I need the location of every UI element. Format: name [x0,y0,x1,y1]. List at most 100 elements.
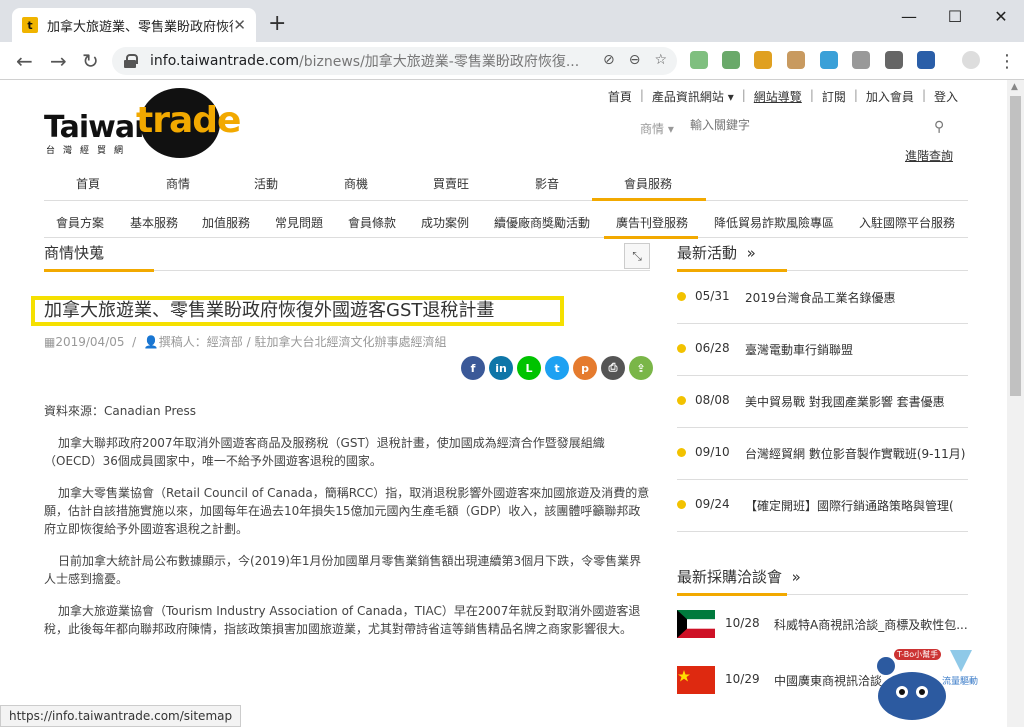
facebook-icon[interactable]: f [461,356,485,380]
address-bar[interactable]: info.taiwantrade.com /biznews/加拿大旅遊業-零售業… [112,47,677,75]
twitter-icon[interactable]: t [545,356,569,380]
china-flag-icon [677,666,715,694]
toplink-join[interactable]: 加入會員 [866,88,914,105]
search-icon[interactable]: ⚲ [934,119,944,135]
tbo-helper-widget[interactable]: T-Bo小幫手 流量驅動 [872,644,982,724]
mainnav-opportunities[interactable]: 商機 [344,175,368,192]
event-title[interactable]: 台灣經貿網 數位影音製作實戰班(9-11月) [745,445,968,462]
line-icon[interactable]: L [517,356,541,380]
extension-icon[interactable] [787,51,805,69]
window-close-icon[interactable]: ✕ [978,4,1024,30]
article-author: 撰稿人：經濟部 / 駐加拿大台北經濟文化辦事處經濟組 [158,335,447,349]
event-date: 08/08 [695,393,730,407]
event-title[interactable]: 2019台灣食品工業名錄優惠 [745,289,968,306]
search-input[interactable] [690,118,890,132]
fair-title[interactable]: 科威特A商視訊洽談_商標及軟性包... [774,616,968,633]
browser-tab[interactable]: t 加拿大旅遊業、零售業盼政府恢復外國... ✕ [12,8,256,42]
article-body: 資料來源：Canadian Press 加拿大聯邦政府2007年取消外國遊客商品… [44,402,650,652]
back-icon[interactable]: ← [16,49,33,73]
tab-strip: t 加拿大旅遊業、零售業盼政府恢復外國... ✕ + — ☐ ✕ [0,0,1024,42]
events-title[interactable]: 最新活動 » [677,242,756,263]
extension-icon[interactable] [820,51,838,69]
page-scrollbar[interactable]: ▲ [1007,80,1024,727]
subnav-item[interactable]: 會員條款 [348,214,396,231]
author-icon: 👤 [143,335,159,349]
event-title[interactable]: 臺灣電動車行銷聯盟 [745,341,968,358]
print-icon[interactable]: ⎙ [601,356,625,380]
mainnav-member-services[interactable]: 會員服務 [624,175,672,192]
sub-nav: 會員方案 基本服務 加值服務 常見問題 會員條款 成功案例 續優廠商獎勵活動 廣… [44,204,968,238]
url-host: info.taiwantrade.com [150,53,299,69]
status-bar-url: https://info.taiwantrade.com/sitemap [0,705,242,727]
fairs-title[interactable]: 最新採購洽談會 » [677,566,801,587]
reload-icon[interactable]: ↻ [82,49,99,73]
subnav-item[interactable]: 加值服務 [202,214,250,231]
event-item[interactable]: 09/10 台灣經貿網 數位影音製作實戰班(9-11月) [677,428,968,480]
blocked-popup-icon[interactable]: ⊘ [603,52,615,68]
toplink-sitemap[interactable]: 網站導覽 [754,88,802,105]
search-type-select[interactable]: 商情 ▾ [640,120,674,137]
subnav-item[interactable]: 成功案例 [421,214,469,231]
subnav-item[interactable]: 常見問題 [275,214,323,231]
screenshot-icon[interactable] [885,51,903,69]
maximize-icon[interactable]: ☐ [932,4,978,30]
mainnav-events[interactable]: 活動 [254,175,278,192]
expand-icon[interactable]: ⤡ [624,243,650,269]
scroll-thumb[interactable] [1010,96,1021,396]
event-date: 09/10 [695,445,730,459]
green-share-icon[interactable]: ⇪ [629,356,653,380]
event-title[interactable]: 美中貿易戰 對我國產業影響 套書優惠 [745,393,968,410]
event-item[interactable]: 08/08 美中貿易戰 對我國產業影響 套書優惠 [677,376,968,428]
mainnav-news[interactable]: 商情 [166,175,190,192]
subnav-item[interactable]: 入駐國際平台服務 [859,214,955,231]
taiwantrade-logo[interactable]: Taiwan trade 台灣經貿網 [44,88,241,158]
zoom-icon[interactable]: ⊖ [629,52,641,68]
profile-avatar[interactable] [962,51,980,69]
subnav-item[interactable]: 會員方案 [56,214,104,231]
lock-icon[interactable] [124,54,138,68]
extension-icon[interactable] [690,51,708,69]
subnav-item-ads[interactable]: 廣告刊登服務 [616,214,688,231]
article-paragraph: 加拿大旅遊業協會（Tourism Industry Association of… [44,604,641,636]
extension-icon[interactable] [754,51,772,69]
bookmark-star-icon[interactable]: ☆ [654,52,667,68]
share-buttons: f in Lt p ⎙ ⇪ [461,356,653,380]
main-nav: 首頁 商情 活動 商機 買賣旺 影音 會員服務 [44,167,968,201]
logo-subtitle: 台灣經貿網 [46,146,132,156]
mainnav-video[interactable]: 影音 [535,175,559,192]
toplink-home[interactable]: 首頁 [608,88,632,105]
toplink-subscribe[interactable]: 訂閱 [822,88,846,105]
subnav-active-indicator [604,236,698,239]
mainnav-home[interactable]: 首頁 [76,175,100,192]
mascot-label: 流量驅動 [942,677,979,687]
subnav-item[interactable]: 降低貿易詐欺風險專區 [714,214,834,231]
bullet-icon [677,396,686,405]
toplink-product-sites[interactable]: 產品資訊網站 ▾ [652,88,734,105]
article-source: 資料來源：Canadian Press [44,404,196,418]
article-date: 2019/04/05 [55,335,125,349]
extension-icon[interactable] [852,51,870,69]
bullet-icon [677,292,686,301]
mascot-badge: T-Bo小幫手 [894,649,942,660]
article-headline: 加拿大旅遊業、零售業盼政府恢復外國遊客GST退稅計畫 [31,296,564,326]
event-item[interactable]: 06/28 臺灣電動車行銷聯盟 [677,324,968,376]
linkedin-icon[interactable]: in [489,356,513,380]
scroll-up-icon[interactable]: ▲ [1011,82,1018,92]
event-item[interactable]: 09/24 【確定開班】國際行銷通路策略與管理( [677,480,968,532]
plurk-icon[interactable]: p [573,356,597,380]
browser-menu-icon[interactable]: ⋮ [998,51,1016,72]
toplink-login[interactable]: 登入 [934,88,958,105]
event-item[interactable]: 05/31 2019台灣食品工業名錄優惠 [677,272,968,324]
bullet-icon [677,448,686,457]
extension-icon[interactable] [917,51,935,69]
new-tab-button[interactable]: + [268,12,286,36]
mainnav-trade[interactable]: 買賣旺 [433,175,469,192]
minimize-icon[interactable]: — [886,4,932,30]
subnav-item[interactable]: 續優廠商獎勵活動 [494,214,590,231]
event-title[interactable]: 【確定開班】國際行銷通路策略與管理( [745,497,968,514]
advanced-search-link[interactable]: 進階查詢 [905,147,953,164]
tab-close-icon[interactable]: ✕ [233,16,246,34]
subnav-item[interactable]: 基本服務 [130,214,178,231]
extension-icon[interactable] [722,51,740,69]
forward-icon[interactable]: → [50,49,67,73]
